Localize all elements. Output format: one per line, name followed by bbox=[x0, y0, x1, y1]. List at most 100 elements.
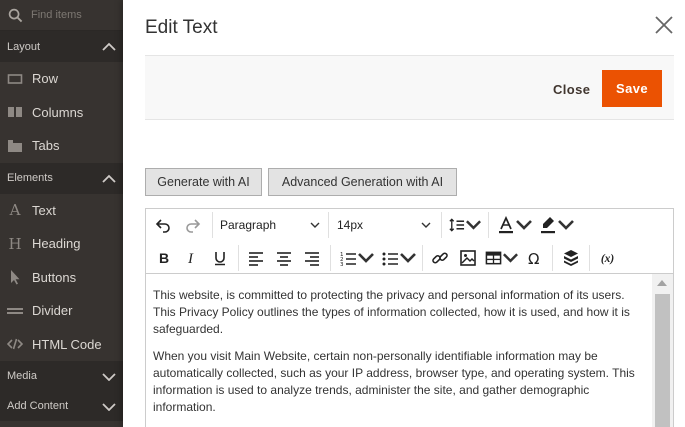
sidebar-item-tabs[interactable]: Tabs bbox=[0, 129, 123, 163]
section-label: Layout bbox=[7, 40, 41, 53]
svg-text:B: B bbox=[159, 250, 169, 266]
chevron-down-icon bbox=[421, 222, 431, 228]
sidebar-item-row[interactable]: Row bbox=[0, 62, 123, 96]
highlight-color-button[interactable] bbox=[538, 212, 576, 238]
row-icon bbox=[7, 71, 23, 87]
save-button[interactable]: Save bbox=[602, 70, 662, 107]
svg-text:(x): (x) bbox=[601, 253, 615, 265]
section-layout[interactable]: Layout bbox=[0, 31, 123, 62]
section-label: Add Content bbox=[7, 400, 69, 412]
redo-button[interactable] bbox=[182, 212, 204, 238]
svg-text:Ω: Ω bbox=[528, 250, 539, 267]
section-label: Elements bbox=[7, 172, 53, 184]
editor-content-area[interactable]: This website, is committed to protecting… bbox=[146, 273, 652, 427]
section-label: Media bbox=[7, 370, 37, 382]
toolbar-row-2: B I 123 Ω (x) bbox=[146, 242, 673, 274]
bullet-list-button[interactable] bbox=[380, 245, 418, 271]
sidebar-item-label: Row bbox=[32, 71, 59, 87]
scroll-thumb[interactable] bbox=[655, 294, 670, 427]
toolbar-separator bbox=[422, 245, 423, 271]
align-right-button[interactable] bbox=[301, 245, 323, 271]
font-size-select[interactable]: 14px bbox=[337, 212, 437, 238]
link-icon bbox=[432, 252, 448, 264]
sidebar-item-heading[interactable]: H Heading bbox=[0, 227, 123, 261]
sidebar-item-label: Divider bbox=[32, 303, 73, 319]
insert-variable-button[interactable]: (x) bbox=[596, 245, 622, 271]
toolbar-separator bbox=[238, 245, 239, 271]
italic-button[interactable]: I bbox=[182, 245, 202, 271]
chevron-down-icon bbox=[358, 253, 374, 263]
sidebar-item-label: Buttons bbox=[32, 269, 77, 285]
text-color-icon bbox=[499, 216, 513, 234]
toolbar-separator bbox=[441, 212, 442, 238]
tabs-icon bbox=[7, 138, 23, 154]
sidebar-item-columns[interactable]: Columns bbox=[0, 96, 123, 130]
align-left-icon bbox=[249, 252, 263, 266]
section-elements[interactable]: Elements bbox=[0, 162, 123, 194]
bold-icon: B bbox=[159, 250, 169, 266]
line-height-button[interactable] bbox=[448, 212, 482, 238]
sidebar-item-label: HTML Code bbox=[32, 336, 102, 352]
insert-link-button[interactable] bbox=[429, 245, 451, 271]
underline-button[interactable] bbox=[210, 245, 230, 271]
bullet-list-icon bbox=[382, 252, 398, 266]
section-media[interactable]: Media bbox=[0, 361, 123, 391]
close-button[interactable]: Close bbox=[545, 74, 598, 104]
sidebar-item-html-code[interactable]: HTML Code bbox=[0, 328, 123, 362]
sidebar-item-label: Columns bbox=[32, 104, 84, 120]
text-color-button[interactable] bbox=[496, 212, 534, 238]
widget-icon bbox=[564, 250, 578, 266]
variable-icon: (x) bbox=[601, 253, 615, 265]
generate-with-ai-button[interactable]: Generate with AI bbox=[145, 168, 262, 196]
font-size-value: 14px bbox=[337, 218, 364, 232]
chevron-down-icon bbox=[503, 253, 518, 263]
insert-image-button[interactable] bbox=[457, 245, 479, 271]
chevron-up-icon bbox=[102, 174, 116, 183]
section-add-content[interactable]: Add Content bbox=[0, 391, 123, 421]
sidebar: Find items Layout Row Columns Tabs Eleme… bbox=[0, 0, 123, 427]
numbered-list-icon: 123 bbox=[340, 252, 356, 267]
chevron-down-icon bbox=[102, 402, 116, 411]
insert-widget-button[interactable] bbox=[559, 245, 583, 271]
align-left-button[interactable] bbox=[245, 245, 267, 271]
edit-text-modal: Edit Text Close Save Generate with AI Ad… bbox=[123, 0, 685, 427]
block-format-select[interactable]: Paragraph bbox=[220, 212, 326, 238]
numbered-list-button[interactable]: 123 bbox=[338, 245, 376, 271]
line-height-icon bbox=[449, 218, 465, 232]
chevron-down-icon bbox=[400, 253, 416, 263]
content-paragraph: When you visit Main Website, certain non… bbox=[153, 349, 635, 414]
toolbar-separator bbox=[589, 245, 590, 271]
columns-icon bbox=[7, 104, 23, 120]
advanced-generation-button[interactable]: Advanced Generation with AI bbox=[268, 168, 457, 196]
search-input[interactable]: Find items bbox=[31, 9, 82, 21]
toolbar-separator bbox=[212, 212, 213, 238]
toolbar-separator bbox=[328, 212, 329, 238]
special-character-button[interactable]: Ω bbox=[524, 245, 546, 271]
svg-text:3: 3 bbox=[340, 262, 344, 267]
chevron-down-icon bbox=[466, 220, 481, 230]
sidebar-item-buttons[interactable]: Buttons bbox=[0, 261, 123, 295]
align-center-icon bbox=[277, 252, 291, 266]
sidebar-item-text[interactable]: A Text bbox=[0, 194, 123, 228]
code-icon bbox=[7, 336, 23, 352]
toolbar-row-1: Paragraph 14px bbox=[146, 209, 673, 241]
image-icon bbox=[460, 250, 476, 266]
bold-button[interactable]: B bbox=[154, 245, 174, 271]
align-center-button[interactable] bbox=[273, 245, 295, 271]
editor-scrollbar[interactable] bbox=[652, 273, 673, 427]
insert-table-button[interactable] bbox=[485, 245, 519, 271]
modal-title: Edit Text bbox=[145, 17, 218, 38]
undo-button[interactable] bbox=[152, 212, 174, 238]
chevron-down-icon bbox=[310, 222, 320, 228]
chevron-up-icon bbox=[102, 42, 116, 51]
underline-icon bbox=[215, 252, 225, 266]
align-right-icon bbox=[305, 252, 319, 266]
sidebar-item-label: Heading bbox=[32, 236, 81, 252]
sidebar-item-divider[interactable]: Divider bbox=[0, 294, 123, 328]
sidebar-item-label: Tabs bbox=[32, 138, 60, 154]
scroll-up-arrow-icon[interactable] bbox=[657, 280, 667, 286]
close-icon[interactable] bbox=[653, 14, 675, 36]
search-bar[interactable]: Find items bbox=[0, 0, 123, 31]
search-icon bbox=[8, 8, 23, 22]
chevron-down-icon bbox=[516, 220, 532, 230]
